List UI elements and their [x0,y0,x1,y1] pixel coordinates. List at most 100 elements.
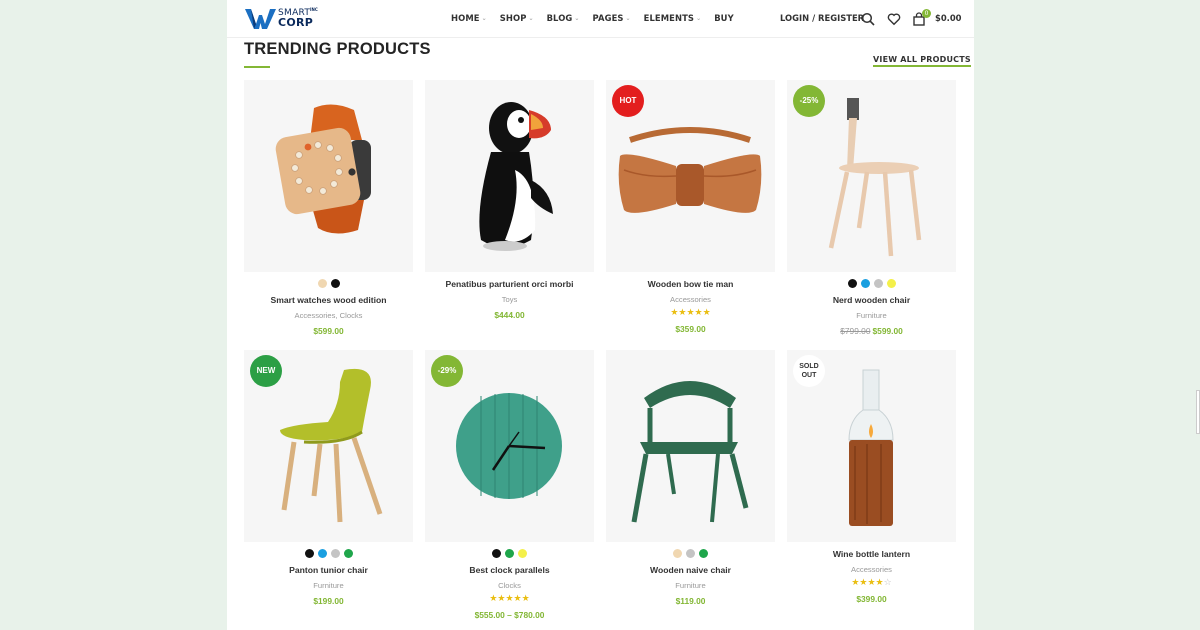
color-swatch[interactable] [317,549,327,558]
product-category[interactable]: Accessories, Clocks [244,311,413,320]
product-card[interactable]: NEW Panton tunior chair Furniture $199.00 [244,350,413,606]
product-card[interactable]: SOLD OUT Wine bottle lantern Accessories ★★★… [787,350,956,604]
product-badge: -29% [431,355,463,387]
color-swatch[interactable] [860,279,870,288]
product-card[interactable]: -29% Best clock parallels Clocks ★★★★★ $555.… [425,350,594,620]
color-swatch[interactable] [873,279,883,288]
product-image-armchair[interactable] [606,350,775,542]
product-image-clock[interactable]: -29% [425,350,594,542]
main-nav: HOME ⌄ SHOP ⌄ BLOG ⌄ PAGES ⌄ ELEMENTS ⌄ BUY [451,13,747,23]
page: SMART CORP INC HOME ⌄ SHOP ⌄ BLOG ⌄ PAGES ⌄ ELEM… [227,0,974,630]
product-name[interactable]: Smart watches wood edition [244,295,413,305]
product-name[interactable]: Best clock parallels [425,565,594,575]
product-name[interactable]: Wine bottle lantern [787,549,956,559]
product-card[interactable]: -25% Nerd wooden chair Furniture $799.00 $59… [787,80,956,336]
search-icon[interactable] [861,11,875,26]
product-category[interactable]: Clocks [425,581,594,590]
view-all-products-link[interactable]: VIEW ALL PRODUCTS [873,55,971,67]
chevron-down-icon: ⌄ [481,14,487,22]
nav-item-label: PAGES [592,13,624,23]
product-name[interactable]: Panton tunior chair [244,565,413,575]
product-image-puffin[interactable] [425,80,594,272]
color-swatches [244,549,413,558]
color-swatches [425,549,594,558]
site-logo[interactable]: SMART CORP INC [245,6,325,32]
nav-item-buy[interactable]: BUY [714,13,734,23]
product-price: $399.00 [787,594,956,604]
color-swatch[interactable] [330,279,340,288]
product-badge: HOT [612,85,644,117]
product-name[interactable]: Wooden naive chair [606,565,775,575]
logo-mark-icon [245,9,276,29]
nav-item-label: SHOP [499,13,527,23]
login-register-link[interactable]: LOGIN / REGISTER [780,13,864,23]
product-name[interactable]: Nerd wooden chair [787,295,956,305]
color-swatch[interactable] [673,549,682,558]
current-price: $359.00 [675,324,706,334]
nav-item-label: BUY [714,13,734,23]
product-category[interactable]: Furniture [606,581,775,590]
nav-item-label: HOME [451,13,480,23]
cart-total[interactable]: $0.00 [935,13,962,23]
product-card[interactable]: Penatibus parturient orci morbi Toys $444.… [425,80,594,320]
color-swatch[interactable] [343,549,353,558]
cart-count-badge: 0 [922,9,931,18]
product-category[interactable]: Accessories [787,565,956,574]
product-image-watch[interactable] [244,80,413,272]
star-rating: ★★★★☆ [851,578,892,588]
wishlist-heart-icon[interactable] [887,11,901,26]
star-rating: ★★★★★ [489,594,530,604]
current-price: $199.00 [313,596,344,606]
color-swatch[interactable] [492,549,501,558]
old-price: $799.00 [840,326,871,336]
color-swatch[interactable] [699,549,708,558]
nav-item-elements[interactable]: ELEMENTS ⌄ [644,13,702,23]
section-title: TRENDING PRODUCTS [244,40,431,58]
product-badge: -25% [793,85,825,117]
nav-item-label: BLOG [546,13,573,23]
product-card[interactable]: HOT Wooden bow tie man Accessories ★★★★★ $35… [606,80,775,334]
product-image-panton[interactable]: NEW [244,350,413,542]
logo-inc: INC [310,7,318,12]
product-image-chair[interactable]: -25% [787,80,956,272]
product-price: $359.00 [606,324,775,334]
product-category[interactable]: Furniture [787,311,956,320]
product-price: $119.00 [606,596,775,606]
color-swatches [787,279,956,288]
star-rating: ★★★★★ [670,308,711,318]
nav-item-shop[interactable]: SHOP ⌄ [500,13,534,23]
color-swatch[interactable] [886,279,896,288]
color-swatches [244,279,413,288]
title-underline [244,66,270,68]
product-card[interactable]: Wooden naive chair Furniture $119.00 [606,350,775,606]
product-category[interactable]: Accessories [606,295,775,304]
current-price: $399.00 [856,594,887,604]
product-price: $555.00 – $780.00 [425,610,594,620]
product-price: $599.00 [244,326,413,336]
product-image-bowtie[interactable]: HOT [606,80,775,272]
current-price: $599.00 [313,326,344,336]
product-category[interactable]: Toys [425,295,594,304]
nav-item-pages[interactable]: PAGES ⌄ [593,13,631,23]
color-swatch[interactable] [518,549,527,558]
color-swatch[interactable] [686,549,695,558]
current-price: $555.00 – $780.00 [474,610,545,620]
nav-item-home[interactable]: HOME ⌄ [451,13,487,23]
product-name[interactable]: Wooden bow tie man [606,279,775,289]
nav-item-blog[interactable]: BLOG ⌄ [547,13,580,23]
color-swatch[interactable] [330,549,340,558]
side-scroll-tab[interactable] [1196,390,1200,434]
chevron-down-icon: ⌄ [528,14,534,22]
product-category[interactable]: Furniture [244,581,413,590]
color-swatch[interactable] [505,549,514,558]
color-swatch[interactable] [847,279,857,288]
color-swatch[interactable] [317,279,327,288]
product-card[interactable]: Smart watches wood edition Accessories, C… [244,80,413,336]
site-header: SMART CORP INC HOME ⌄ SHOP ⌄ BLOG ⌄ PAGES ⌄ ELEM… [227,0,974,38]
product-badge: SOLD OUT [793,355,825,387]
nav-item-label: ELEMENTS [643,13,695,23]
product-name[interactable]: Penatibus parturient orci morbi [425,279,594,289]
product-badge: NEW [250,355,282,387]
color-swatch[interactable] [304,549,314,558]
product-image-lantern[interactable]: SOLD OUT [787,350,956,542]
